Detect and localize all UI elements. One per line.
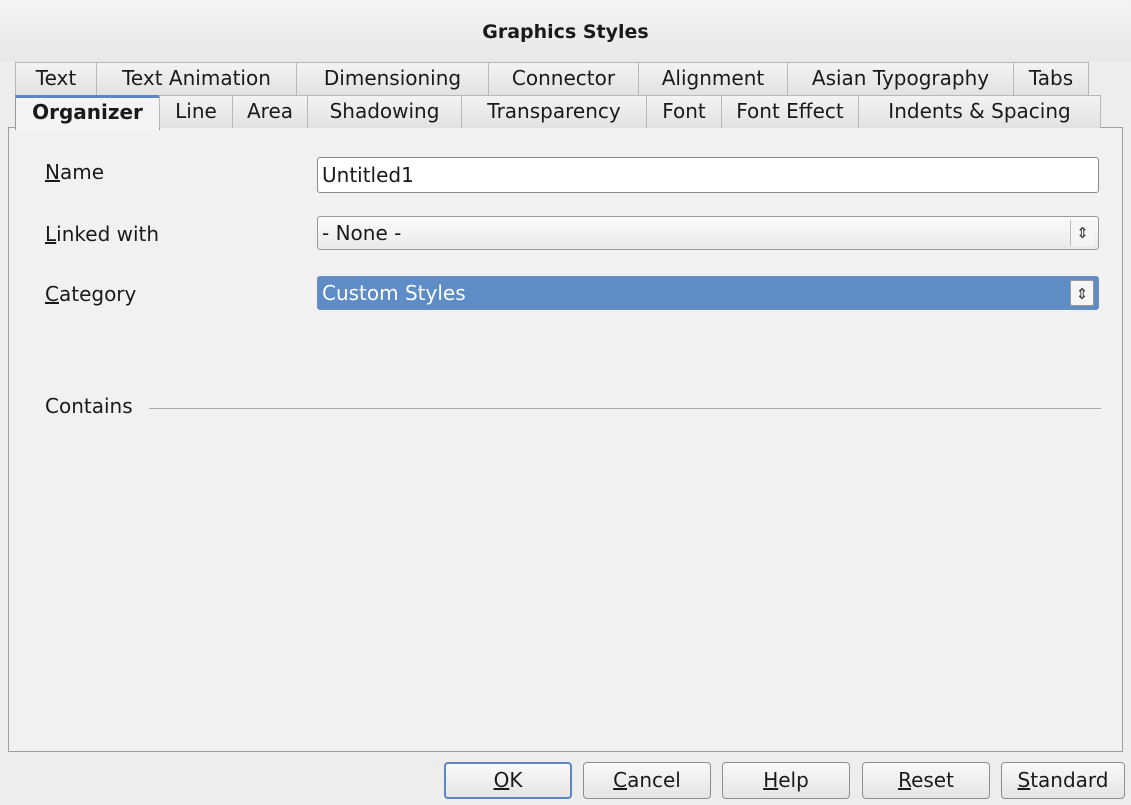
help-button[interactable]: Help bbox=[722, 762, 850, 799]
tab-shadowing[interactable]: Shadowing bbox=[307, 95, 462, 128]
contains-label: Contains bbox=[45, 394, 133, 418]
tab-font[interactable]: Font bbox=[646, 95, 722, 128]
tab-tabs[interactable]: Tabs bbox=[1013, 62, 1089, 95]
tab-asian-typography[interactable]: Asian Typography bbox=[787, 62, 1014, 95]
name-field[interactable]: Untitled1 bbox=[317, 157, 1099, 193]
tab-text[interactable]: Text bbox=[15, 62, 97, 95]
tab-dimensioning[interactable]: Dimensioning bbox=[296, 62, 489, 95]
category-label: Category bbox=[45, 282, 137, 306]
tab-row-back: Text Text Animation Dimensioning Connect… bbox=[15, 62, 1089, 95]
contains-divider bbox=[149, 408, 1101, 409]
category-value: Custom Styles bbox=[322, 281, 466, 305]
tab-area[interactable]: Area bbox=[232, 95, 308, 128]
tab-organizer[interactable]: Organizer bbox=[15, 95, 160, 130]
ok-button[interactable]: OK bbox=[444, 762, 572, 799]
linked-with-label: Linked with bbox=[45, 222, 160, 246]
tab-panel-organizer: Name Untitled1 Linked with - None - ⇕ Ca… bbox=[8, 127, 1123, 752]
linked-with-value: - None - bbox=[322, 221, 402, 245]
category-select[interactable]: Custom Styles ⇕ bbox=[317, 276, 1099, 310]
tab-alignment[interactable]: Alignment bbox=[638, 62, 788, 95]
up-down-arrows-icon[interactable]: ⇕ bbox=[1070, 280, 1094, 306]
standard-button[interactable]: Standard bbox=[1001, 762, 1125, 799]
reset-button[interactable]: Reset bbox=[862, 762, 990, 799]
tab-text-animation[interactable]: Text Animation bbox=[96, 62, 297, 95]
tab-transparency[interactable]: Transparency bbox=[461, 95, 647, 128]
tab-connector[interactable]: Connector bbox=[488, 62, 639, 95]
tab-row-front: Organizer Line Area Shadowing Transparen… bbox=[15, 95, 1101, 130]
tab-font-effect[interactable]: Font Effect bbox=[721, 95, 859, 128]
tab-line[interactable]: Line bbox=[159, 95, 233, 128]
up-down-arrows-icon[interactable]: ⇕ bbox=[1070, 220, 1094, 246]
linked-with-select[interactable]: - None - ⇕ bbox=[317, 216, 1099, 250]
dialog-title: Graphics Styles bbox=[0, 0, 1131, 62]
tab-indents-spacing[interactable]: Indents & Spacing bbox=[858, 95, 1101, 128]
cancel-button[interactable]: Cancel bbox=[583, 762, 711, 799]
name-label: Name bbox=[45, 160, 105, 184]
